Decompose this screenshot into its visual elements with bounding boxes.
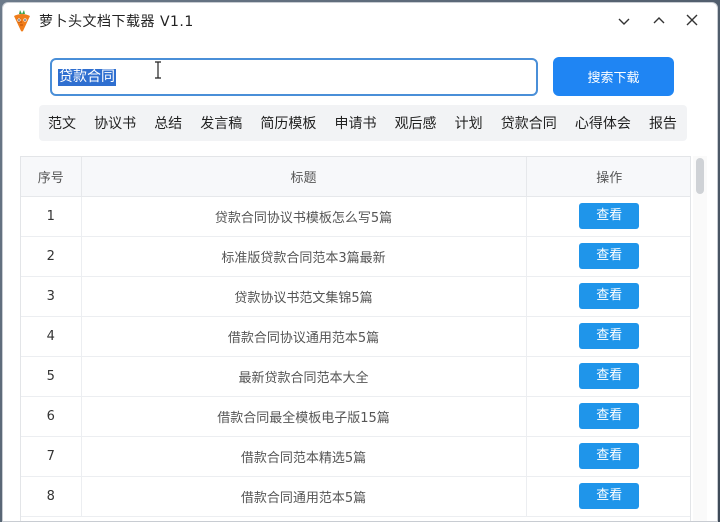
row-title: 借款合同最全模板电子版15篇 <box>81 396 527 437</box>
table-row: 4 借款合同协议通用范本5篇 查看 <box>21 316 690 357</box>
row-title: 贷款合同协议书模板怎么写5篇 <box>81 196 527 237</box>
row-index: 2 <box>21 236 82 277</box>
results-table: 序号 标题 操作 1 贷款合同协议书模板怎么写5篇 查看 2 标准版贷款合同范本… <box>20 156 691 521</box>
row-action-cell: 查看 <box>526 476 690 517</box>
search-input-value: 贷款合同 <box>58 68 116 86</box>
carrot-app-icon <box>14 10 30 32</box>
table-row: 5 最新贷款合同范本大全 查看 <box>21 356 690 397</box>
minimize-icon <box>618 18 630 25</box>
row-action-cell: 查看 <box>526 316 690 357</box>
maximize-icon <box>653 17 665 24</box>
view-button[interactable]: 查看 <box>579 243 640 269</box>
title-bar[interactable]: 萝卜头文档下载器 V1.1 <box>3 3 717 37</box>
row-title: 借款合同范本精选5篇 <box>81 436 527 477</box>
close-icon <box>686 14 698 26</box>
row-index: 1 <box>21 196 82 237</box>
category-item[interactable]: 范文 <box>48 113 76 133</box>
header-action: 操作 <box>526 157 690 197</box>
row-action-cell: 查看 <box>526 356 690 397</box>
category-item[interactable]: 总结 <box>154 113 182 133</box>
search-download-button[interactable]: 搜索下载 <box>553 57 674 96</box>
row-index: 5 <box>21 356 82 397</box>
table-row: 8 借款合同通用范本5篇 查看 <box>21 476 690 517</box>
view-button[interactable]: 查看 <box>579 363 640 389</box>
category-item[interactable]: 计划 <box>455 113 483 133</box>
header-index: 序号 <box>21 157 82 197</box>
table-row: 1 贷款合同协议书模板怎么写5篇 查看 <box>21 196 690 237</box>
table-row: 6 借款合同最全模板电子版15篇 查看 <box>21 396 690 437</box>
close-button[interactable] <box>674 7 710 33</box>
category-item[interactable]: 申请书 <box>334 113 376 133</box>
row-title: 最新贷款合同范本大全 <box>81 356 527 397</box>
window-title: 萝卜头文档下载器 V1.1 <box>39 14 194 30</box>
view-button[interactable]: 查看 <box>579 203 640 229</box>
category-item[interactable]: 观后感 <box>395 113 437 133</box>
view-button[interactable]: 查看 <box>579 403 640 429</box>
category-item[interactable]: 发言稿 <box>200 113 242 133</box>
view-button[interactable]: 查看 <box>579 323 640 349</box>
row-title: 贷款协议书范文集锦5篇 <box>81 276 527 317</box>
header-title: 标题 <box>81 157 527 197</box>
row-action-cell: 查看 <box>526 196 690 237</box>
row-title: 借款合同协议通用范本5篇 <box>81 316 527 357</box>
scrollbar-thumb[interactable] <box>696 158 704 194</box>
category-bar: 范文 协议书 总结 发言稿 简历模板 申请书 观后感 计划 贷款合同 心得体会 … <box>39 105 687 141</box>
text-cursor-icon <box>155 61 161 79</box>
maximize-button[interactable] <box>641 7 677 33</box>
row-index: 8 <box>21 476 82 517</box>
category-item[interactable]: 协议书 <box>94 113 136 133</box>
row-index: 6 <box>21 396 82 437</box>
category-item[interactable]: 贷款合同 <box>501 113 557 133</box>
category-item[interactable]: 报告 <box>649 113 677 133</box>
vertical-scrollbar[interactable] <box>693 156 707 521</box>
app-window: 萝卜头文档下载器 V1.1 贷款合同 搜索下载 范文 协议书 总结 发言稿 简历… <box>2 2 718 522</box>
row-title: 标准版贷款合同范本3篇最新 <box>81 236 527 277</box>
minimize-button[interactable] <box>606 7 642 33</box>
row-action-cell: 查看 <box>526 236 690 277</box>
category-item[interactable]: 心得体会 <box>575 113 631 133</box>
row-action-cell: 查看 <box>526 396 690 437</box>
table-row: 2 标准版贷款合同范本3篇最新 查看 <box>21 236 690 277</box>
table-row: 7 借款合同范本精选5篇 查看 <box>21 436 690 477</box>
row-action-cell: 查看 <box>526 276 690 317</box>
category-item[interactable]: 简历模板 <box>260 113 316 133</box>
row-index: 3 <box>21 276 82 317</box>
table-header-row: 序号 标题 操作 <box>21 157 690 197</box>
row-action-cell: 查看 <box>526 436 690 477</box>
view-button[interactable]: 查看 <box>579 483 640 509</box>
row-index: 4 <box>21 316 82 357</box>
row-title: 借款合同通用范本5篇 <box>81 476 527 517</box>
view-button[interactable]: 查看 <box>579 283 640 309</box>
row-index: 7 <box>21 436 82 477</box>
search-input[interactable]: 贷款合同 <box>50 58 538 96</box>
view-button[interactable]: 查看 <box>579 443 640 469</box>
table-row: 3 贷款协议书范文集锦5篇 查看 <box>21 276 690 317</box>
